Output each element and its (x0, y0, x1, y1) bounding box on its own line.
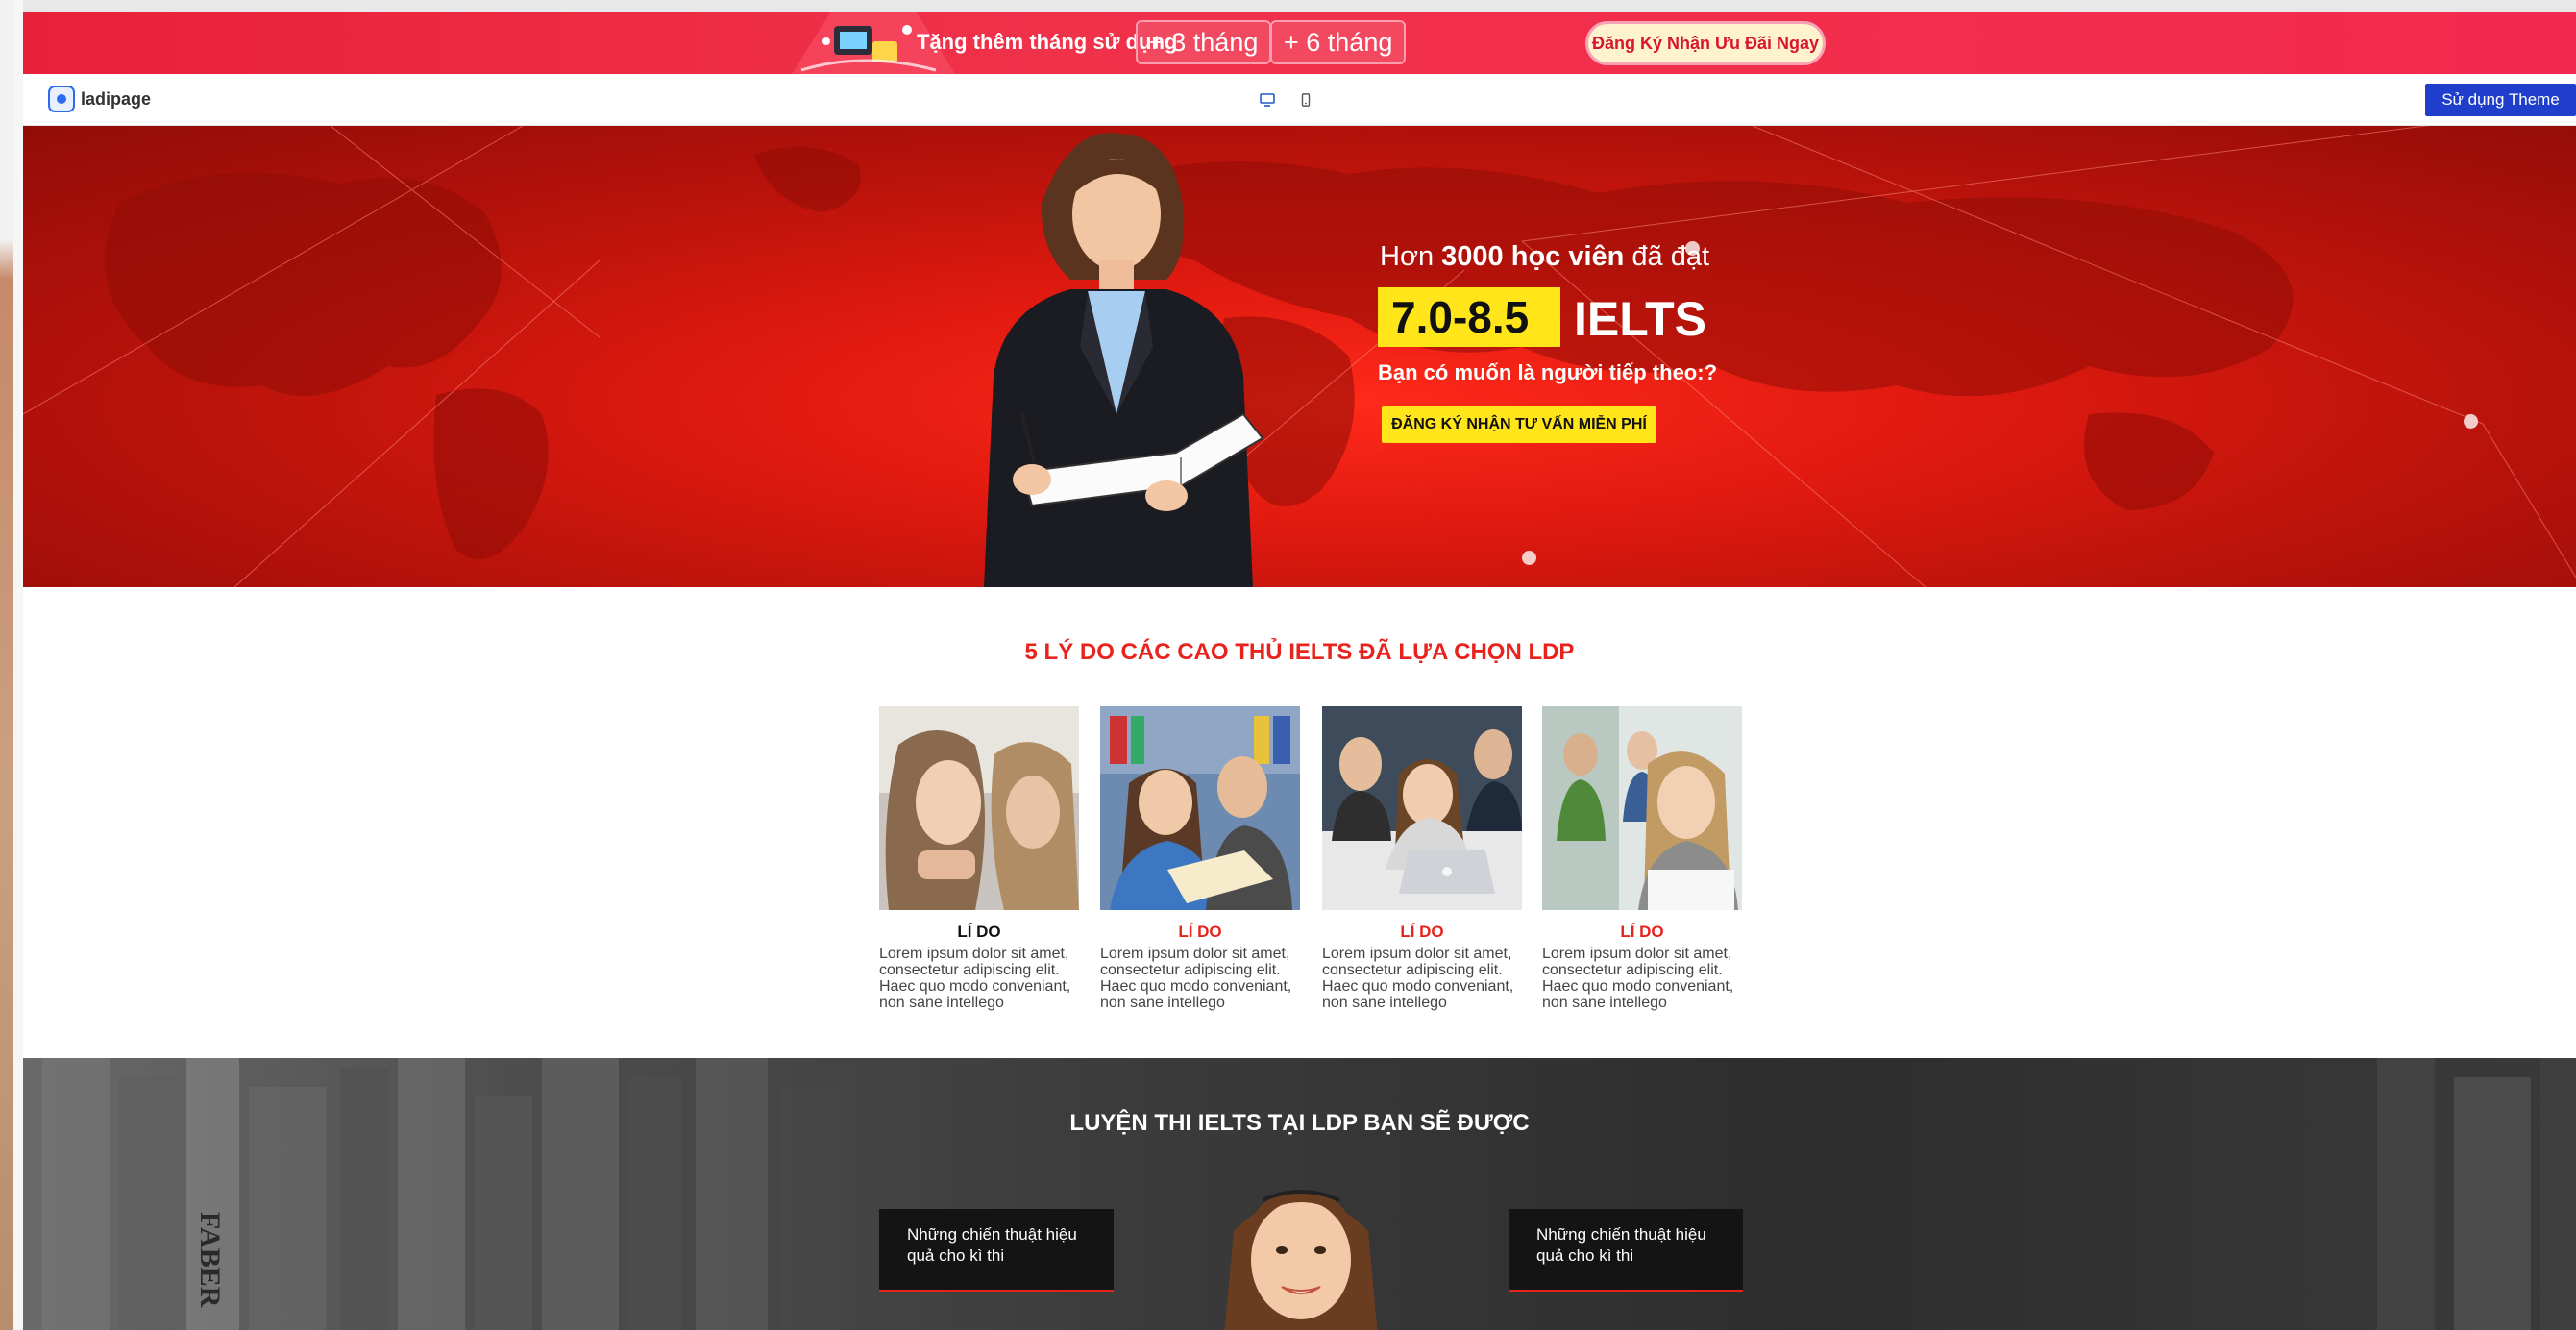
reason-card-title: LÍ DO (1400, 923, 1444, 941)
reason-card-body: Lorem ipsum dolor sit amet, consectetur … (1322, 946, 1514, 1011)
reason-card-title: LÍ DO (957, 923, 1001, 941)
hero-question: Bạn có muốn là người tiếp theo:? (1378, 360, 1718, 384)
reason-card-title: LÍ DO (1620, 923, 1664, 941)
benefits-section: FABER LUYỆN THI IELTS TẠI LDP BẠN SẼ ĐƯỢ… (23, 1058, 2576, 1330)
ladipage-logo-icon (48, 86, 75, 112)
reason-card-body: Lorem ipsum dolor sit amet, consectetur … (1100, 946, 1292, 1011)
score-highlight: 7.0-8.5 (1378, 287, 1560, 347)
students-laptop-photo (1322, 706, 1522, 910)
reason-card-title: LÍ DO (1178, 923, 1222, 941)
reasons-title: 5 LÝ DO CÁC CAO THỦ IELTS ĐÃ LỰA CHỌN LD… (1024, 639, 1575, 665)
use-theme-button[interactable]: Sử dụng Theme (2425, 84, 2576, 116)
decor-dot (2464, 414, 2478, 429)
reason-card: LÍ DO Lorem ipsum dolor sit amet, consec… (1322, 706, 1522, 1011)
left-window-edge (0, 0, 23, 1330)
promo-bar: Tặng thêm tháng sử dụng + 3 tháng + 6 th… (23, 12, 2576, 74)
svg-text:FABER: FABER (194, 1212, 226, 1308)
preview-frame: Tặng thêm tháng sử dụng + 3 tháng + 6 th… (23, 12, 2576, 1330)
logo-text: ladipage (81, 88, 152, 109)
students-reading-photo (1100, 706, 1300, 910)
reasons-section: 5 LÝ DO CÁC CAO THỦ IELTS ĐÃ LỰA CHỌN LD… (23, 587, 2576, 1058)
promo-6-months-badge[interactable]: + 6 tháng (1270, 20, 1407, 64)
decor-dot (1685, 241, 1700, 256)
reason-card-body: Lorem ipsum dolor sit amet, consectetur … (879, 946, 1071, 1011)
benefits-title: LUYỆN THI IELTS TẠI LDP BẠN SẼ ĐƯỢC (1069, 1110, 1530, 1136)
reason-card: LÍ DO Lorem ipsum dolor sit amet, consec… (1100, 706, 1300, 1011)
free-consultation-button[interactable]: ĐĂNG KÝ NHẬN TƯ VẤN MIỄN PHÍ (1382, 406, 1656, 443)
promo-register-button[interactable]: Đăng Ký Nhận Ưu Đãi Ngay (1585, 21, 1826, 65)
student-library-photo (1542, 706, 1742, 910)
reason-card-body: Lorem ipsum dolor sit amet, consectetur … (1542, 946, 1734, 1011)
smiling-student-photo (1224, 1190, 1378, 1330)
promo-3-months-badge[interactable]: + 3 tháng (1136, 20, 1272, 64)
ladipage-logo[interactable]: ladipage (48, 86, 151, 112)
student-thinking-photo (879, 706, 1079, 910)
ielts-heading: IELTS (1574, 292, 1706, 346)
reason-card: LÍ DO Lorem ipsum dolor sit amet, consec… (879, 706, 1079, 1011)
editor-toolbar: ladipage Sử dụng Theme (23, 74, 2576, 126)
benefit-item: Những chiến thuật hiệu quả cho kì thi (879, 1209, 1114, 1292)
decor-dot (1522, 551, 1536, 565)
desktop-icon[interactable] (1260, 93, 1275, 107)
benefit-item: Những chiến thuật hiệu quả cho kì thi (1509, 1209, 1743, 1292)
reason-card: LÍ DO Lorem ipsum dolor sit amet, consec… (1542, 706, 1742, 1011)
hero-section: Hơn 3000 học viên đã đạt 7.0-8.5 IELTS B… (23, 126, 2576, 587)
woman-holding-book-photo (984, 133, 1264, 587)
hero-students-line: Hơn 3000 học viên đã đạt (1380, 241, 1710, 272)
mobile-icon[interactable] (1300, 93, 1312, 107)
